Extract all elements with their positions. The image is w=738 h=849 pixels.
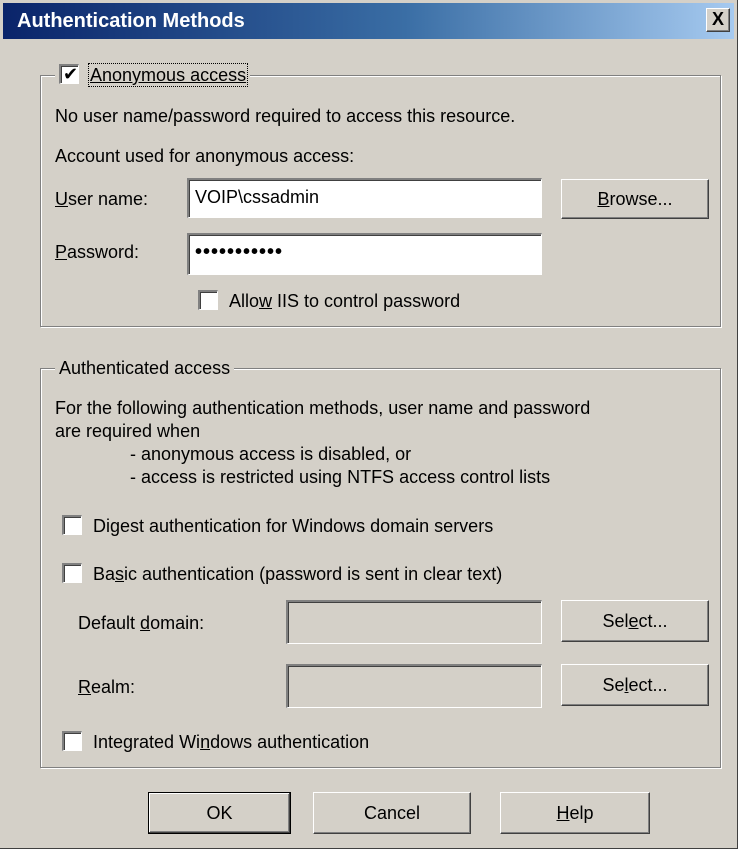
- digest-auth-checkbox[interactable]: [62, 515, 82, 535]
- anonymous-access-legend: ✔ Anonymous access: [55, 63, 251, 87]
- ok-button[interactable]: OK: [148, 792, 291, 834]
- anonymous-access-label[interactable]: Anonymous access: [88, 63, 249, 87]
- integrated-windows-auth-checkbox[interactable]: [62, 731, 82, 751]
- username-label: User name:: [55, 189, 149, 209]
- authenticated-desc-bullet1: - anonymous access is disabled, or: [130, 444, 412, 464]
- select-realm-button[interactable]: Select...: [561, 664, 709, 706]
- default-domain-label: Default domain:: [78, 613, 205, 633]
- anonymous-desc: No user name/password required to access…: [55, 106, 516, 126]
- dialog-title: Authentication Methods: [17, 10, 245, 32]
- allow-iis-checkbox[interactable]: [198, 290, 218, 310]
- realm-label: Realm:: [78, 677, 136, 697]
- browse-button[interactable]: Browse...: [561, 179, 709, 219]
- anonymous-access-checkbox[interactable]: ✔: [59, 64, 79, 84]
- select-default-domain-button[interactable]: Select...: [561, 600, 709, 642]
- close-icon: X: [711, 9, 724, 29]
- authenticated-access-legend: Authenticated access: [55, 356, 235, 380]
- digest-auth-label[interactable]: Digest authentication for Windows domain…: [93, 514, 493, 538]
- anonymous-account-label: Account used for anonymous access:: [55, 146, 355, 166]
- username-input[interactable]: VOIP\cssadmin: [187, 178, 542, 218]
- authenticated-desc-line2: are required when: [55, 421, 201, 441]
- password-label: Password:: [55, 242, 140, 262]
- checkmark-icon: ✔: [63, 64, 79, 84]
- password-input[interactable]: •••••••••••: [187, 233, 542, 275]
- default-domain-input[interactable]: [286, 600, 542, 644]
- realm-input[interactable]: [286, 664, 542, 708]
- authentication-methods-dialog: Authentication Methods X ✔ Anonymous acc…: [0, 0, 738, 849]
- authenticated-desc-line1: For the following authentication methods…: [55, 398, 591, 418]
- allow-iis-label[interactable]: Allow IIS to control password: [229, 289, 460, 313]
- basic-auth-checkbox[interactable]: [62, 563, 82, 583]
- cancel-button[interactable]: Cancel: [313, 792, 471, 834]
- integrated-windows-auth-label[interactable]: Integrated Windows authentication: [93, 730, 369, 754]
- basic-auth-label[interactable]: Basic authentication (password is sent i…: [93, 562, 502, 586]
- authenticated-desc-bullet2: - access is restricted using NTFS access…: [130, 467, 551, 487]
- help-button[interactable]: Help: [500, 792, 650, 834]
- title-bar[interactable]: Authentication Methods X: [3, 3, 734, 39]
- close-button[interactable]: X: [706, 8, 730, 32]
